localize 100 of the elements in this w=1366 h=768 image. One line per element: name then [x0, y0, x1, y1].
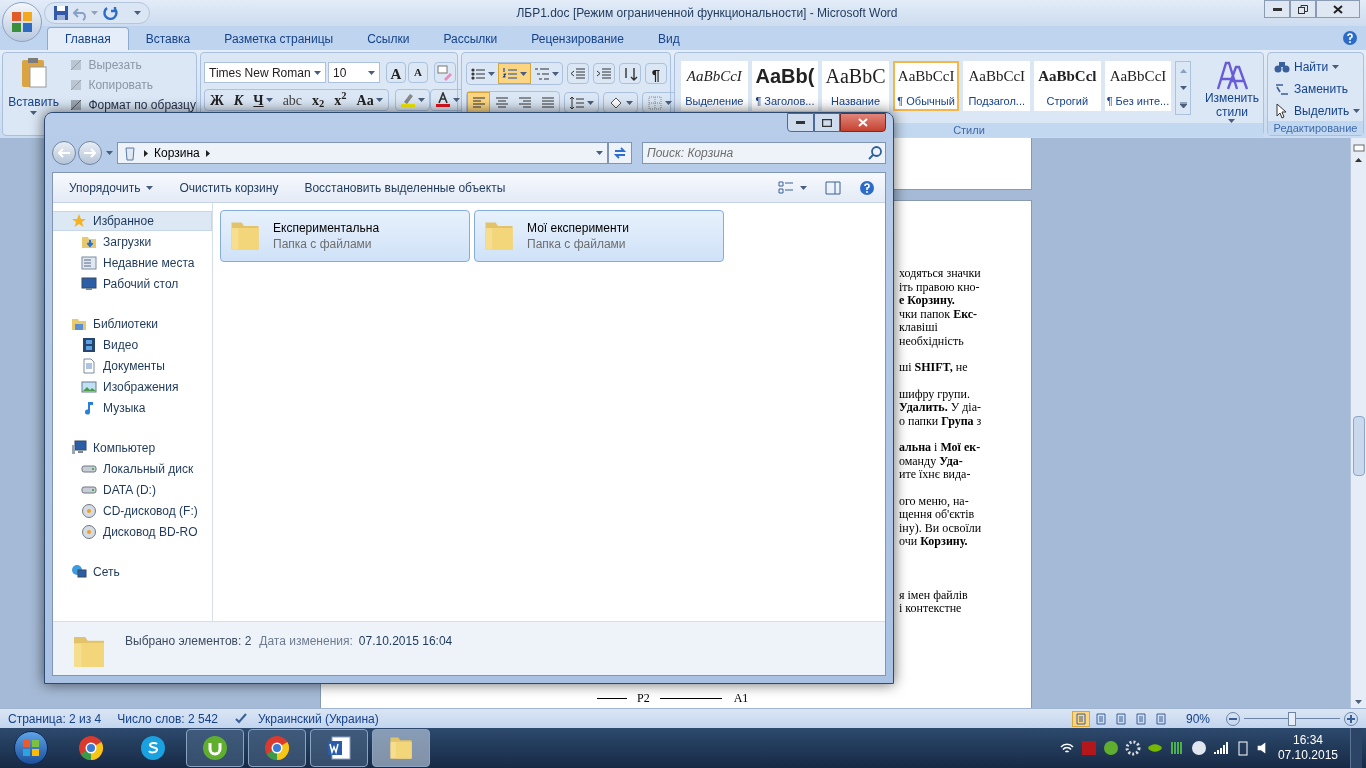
- replace-button[interactable]: Заменить: [1274, 79, 1363, 98]
- style-item[interactable]: AaBbCcI ¶ Обычный: [892, 61, 960, 111]
- ribbon-tab[interactable]: Вставка: [128, 27, 208, 50]
- sidebar-item[interactable]: Музыка: [53, 397, 212, 418]
- font-format-button[interactable]: Ч: [248, 90, 278, 110]
- sidebar-item[interactable]: Сеть: [53, 562, 212, 582]
- style-item[interactable]: AaBbCcl Строгий: [1034, 61, 1101, 111]
- more-icon: [1179, 102, 1187, 109]
- ribbon-tab[interactable]: Вид: [640, 27, 697, 50]
- taskbar-button[interactable]: [186, 729, 244, 767]
- toolbar-button[interactable]: Очистить корзину: [169, 176, 289, 199]
- style-item[interactable]: AaBbC Название: [822, 61, 889, 111]
- pilcrow-button[interactable]: ¶: [645, 63, 667, 84]
- minimize-icon: [796, 121, 805, 124]
- office-button[interactable]: [2, 2, 42, 42]
- decrease-indent-button[interactable]: [567, 63, 589, 84]
- eraser-icon: [437, 64, 453, 81]
- close-button[interactable]: [840, 113, 886, 132]
- style-item[interactable]: AaBbCcI ¶ Без инте...: [1104, 61, 1172, 111]
- sidebar-item[interactable]: Рабочий стол: [53, 273, 212, 294]
- font-format-button[interactable]: К: [228, 90, 249, 110]
- window-flag-icon: [22, 739, 40, 757]
- drive-icon: [81, 464, 97, 473]
- sidebar-item[interactable]: Загрузки: [53, 231, 212, 252]
- list-button[interactable]: [498, 63, 531, 84]
- highlighter-icon: [399, 92, 416, 108]
- customize-button[interactable]: [134, 11, 141, 15]
- style-item[interactable]: AaBb( ¶ Заголов...: [751, 61, 819, 111]
- font-format-button[interactable]: x$^{2}$: [329, 90, 352, 110]
- sidebar-item[interactable]: Видео: [53, 334, 212, 355]
- taskbar-button[interactable]: [310, 729, 368, 767]
- font-format-button[interactable]: x$_{2}$: [307, 90, 330, 110]
- select-button[interactable]: Выделить: [1274, 101, 1363, 120]
- folder-item[interactable]: Мої експерименти Папка с файлами: [474, 210, 724, 262]
- sidebar-item[interactable]: Изображения: [53, 376, 212, 397]
- sidebar-item[interactable]: Локальный диск: [53, 458, 212, 479]
- forward-button[interactable]: [78, 141, 102, 165]
- document-text-line: Удалить. У діа-: [899, 401, 981, 415]
- font-format-button[interactable]: abc: [277, 90, 308, 110]
- logo-icon: [11, 11, 33, 33]
- ribbon-tab[interactable]: Ссылки: [350, 27, 427, 50]
- toolbar-button[interactable]: Упорядочить: [59, 176, 164, 199]
- font-family-field[interactable]: Times New Roman: [204, 62, 326, 83]
- line-spacing-icon: [569, 94, 585, 111]
- document-text-line: альна і Мої ек-: [899, 441, 981, 455]
- caret-icon: [800, 185, 807, 190]
- taskbar-button[interactable]: [248, 729, 306, 767]
- style-item[interactable]: AaBbCcI Подзагол...: [963, 61, 1031, 111]
- font-size-field[interactable]: 10: [328, 62, 380, 83]
- document-text-line: чки папок Екс-: [899, 307, 978, 321]
- group-label: Стили: [953, 122, 985, 138]
- font-format-button[interactable]: Aa: [351, 90, 388, 110]
- style-item[interactable]: AaBbCcI Выделение: [681, 61, 748, 111]
- redo-button[interactable]: [102, 5, 118, 21]
- back-button[interactable]: [52, 141, 76, 165]
- ribbon-tab[interactable]: Рассылки: [426, 27, 515, 50]
- save-button[interactable]: [53, 5, 69, 21]
- sort-button[interactable]: [619, 63, 641, 84]
- document-text-line: ші SHIFT, не: [899, 361, 968, 375]
- sidebar-item[interactable]: DATA (D:): [53, 479, 212, 500]
- sidebar-item[interactable]: Дисковод BD-RO: [53, 521, 212, 542]
- sidebar-item[interactable]: Документы: [53, 355, 212, 376]
- increase-indent-button[interactable]: [593, 63, 615, 84]
- document-text-line: іну). Ви освоїли: [899, 521, 982, 535]
- search-icon: [868, 146, 882, 160]
- maximize-icon: [822, 118, 832, 127]
- sidebar-item[interactable]: Компьютер: [53, 438, 212, 458]
- refresh-button[interactable]: [608, 142, 632, 164]
- change-styles-button[interactable]: Изменить стили: [1200, 61, 1263, 123]
- slider-thumb[interactable]: [1288, 711, 1296, 726]
- caret-icon: [91, 11, 98, 15]
- document-text-line: я імен файлів: [899, 588, 968, 602]
- ribbon-tab[interactable]: Главная: [47, 27, 129, 50]
- plus-icon: [1347, 714, 1355, 723]
- search-field[interactable]: Поиск: Корзина: [642, 142, 886, 164]
- clock-date: 07.10.2015: [1277, 748, 1338, 763]
- grow-font-button[interactable]: A: [386, 62, 406, 83]
- maximize-button[interactable]: [1290, 0, 1316, 18]
- document-text-line: ого меню, на-: [899, 494, 969, 508]
- close-button[interactable]: [1316, 0, 1360, 18]
- document-text-line: ходяться значки: [899, 267, 981, 281]
- zoom-slider[interactable]: [1244, 711, 1340, 726]
- sidebar-item[interactable]: Избранное: [53, 211, 212, 231]
- find-button[interactable]: Найти: [1274, 57, 1363, 76]
- folder-item[interactable]: Експериментальна Папка с файлами: [220, 210, 470, 262]
- scroll-thumb[interactable]: [1352, 416, 1365, 476]
- ribbon-tab[interactable]: Разметка страницы: [207, 27, 351, 50]
- sidebar-item[interactable]: Библиотеки: [53, 314, 212, 334]
- align-button[interactable]: [467, 92, 490, 113]
- minimize-button[interactable]: [1264, 0, 1290, 18]
- sidebar-item[interactable]: Недавние места: [53, 252, 212, 273]
- maximize-button[interactable]: [814, 113, 840, 132]
- document-text-line: щення об'єктів: [899, 508, 975, 522]
- address-bar[interactable]: Корзина: [117, 142, 608, 164]
- shrink-font-button[interactable]: A: [408, 62, 428, 83]
- sidebar-item[interactable]: CD-дисковод (F:): [53, 500, 212, 521]
- ribbon-tab[interactable]: Рецензирование: [514, 27, 641, 50]
- minimize-button[interactable]: [787, 113, 814, 132]
- toolbar-button[interactable]: Восстановить выделенные объекты: [294, 176, 516, 199]
- font-format-button[interactable]: Ж: [205, 90, 229, 110]
